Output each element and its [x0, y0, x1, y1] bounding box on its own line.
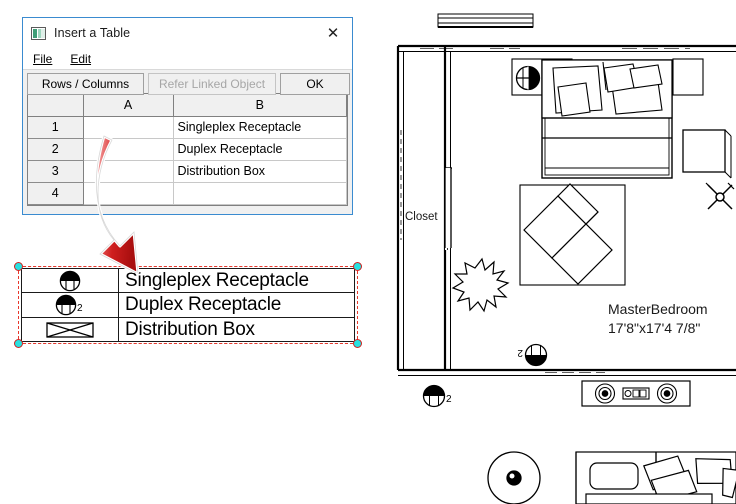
distribution-box-icon	[22, 317, 119, 342]
cell-b2[interactable]: Duplex Receptacle	[173, 138, 347, 161]
grid-corner-cell[interactable]	[28, 94, 84, 117]
legend-label: Duplex Receptacle	[125, 293, 282, 315]
rows-columns-button[interactable]: Rows / Columns	[27, 73, 144, 95]
column-header-a[interactable]: A	[83, 94, 174, 117]
insert-table-dialog[interactable]: Insert a Table ✕ File Edit Rows / Column…	[22, 17, 353, 215]
legend-row[interactable]: Distribution Box	[22, 317, 354, 342]
cell-a1[interactable]	[83, 116, 174, 139]
table-header-row: A B	[28, 94, 347, 117]
row-header-1[interactable]: 1	[28, 116, 84, 139]
cell-b4[interactable]	[173, 182, 347, 205]
table-app-icon	[31, 26, 46, 40]
dialog-titlebar[interactable]: Insert a Table ✕	[23, 18, 352, 48]
floor-plan-drawing: 2 2	[396, 13, 736, 504]
svg-text:2: 2	[517, 347, 523, 358]
legend-label: Singleplex Receptacle	[125, 269, 309, 291]
svg-text:2: 2	[446, 394, 452, 405]
svg-text:2: 2	[77, 303, 83, 314]
room-label-masterbedroom: MasterBedroom 17'8"x17'4 7/8"	[608, 300, 708, 338]
cell-b1[interactable]: Singleplex Receptacle	[173, 116, 347, 139]
table-row[interactable]: 4	[28, 182, 347, 205]
legend-object[interactable]: Singleplex Receptacle 2 Duplex Receptacl…	[14, 262, 362, 348]
cell-a2[interactable]	[83, 138, 174, 161]
legend-label: Distribution Box	[125, 318, 255, 340]
ok-button[interactable]: OK	[280, 73, 350, 95]
menu-item-file[interactable]: File	[31, 51, 54, 67]
table-row[interactable]: 3 Distribution Box	[28, 160, 347, 183]
menu-item-edit[interactable]: Edit	[68, 51, 93, 67]
room-label-closet: Closet	[405, 211, 438, 223]
row-header-2[interactable]: 2	[28, 138, 84, 161]
room-dimensions: 17'8"x17'4 7/8"	[608, 320, 701, 336]
selection-handle-top-left[interactable]	[14, 262, 23, 271]
legend-row[interactable]: 2 Duplex Receptacle	[22, 293, 354, 318]
selection-handle-bottom-left[interactable]	[14, 339, 23, 348]
selection-handle-bottom-right[interactable]	[353, 339, 362, 348]
legend-table[interactable]: Singleplex Receptacle 2 Duplex Receptacl…	[21, 268, 355, 342]
row-header-4[interactable]: 4	[28, 182, 84, 205]
refer-linked-object-button: Refer Linked Object	[148, 73, 276, 95]
room-name: MasterBedroom	[608, 301, 708, 317]
dialog-title: Insert a Table	[54, 26, 131, 40]
floor-plan-canvas[interactable]: 2 2 MasterBedroom 17'8"x17'4 7/8" Closet	[390, 0, 736, 504]
selection-handle-top-right[interactable]	[353, 262, 362, 271]
duplex-receptacle-icon: 2	[22, 293, 119, 317]
column-header-b[interactable]: B	[173, 94, 347, 117]
table-row[interactable]: 1 Singleplex Receptacle	[28, 116, 347, 139]
cell-a3[interactable]	[83, 160, 174, 183]
close-icon[interactable]: ✕	[316, 18, 350, 47]
singleplex-receptacle-icon	[22, 269, 119, 293]
legend-row[interactable]: Singleplex Receptacle	[22, 269, 354, 294]
cell-a4[interactable]	[83, 182, 174, 205]
row-header-3[interactable]: 3	[28, 160, 84, 183]
table-row[interactable]: 2 Duplex Receptacle	[28, 138, 347, 161]
menu-item-file-label: File	[33, 51, 53, 66]
table-grid[interactable]: A B 1 Singleplex Receptacle 2 Duplex Rec…	[27, 93, 348, 206]
dialog-menubar[interactable]: File Edit	[23, 48, 352, 70]
dialog-button-row: Rows / Columns Refer Linked Object OK	[23, 70, 352, 95]
cell-b3[interactable]: Distribution Box	[173, 160, 347, 183]
menu-item-edit-label: Edit	[70, 51, 92, 66]
